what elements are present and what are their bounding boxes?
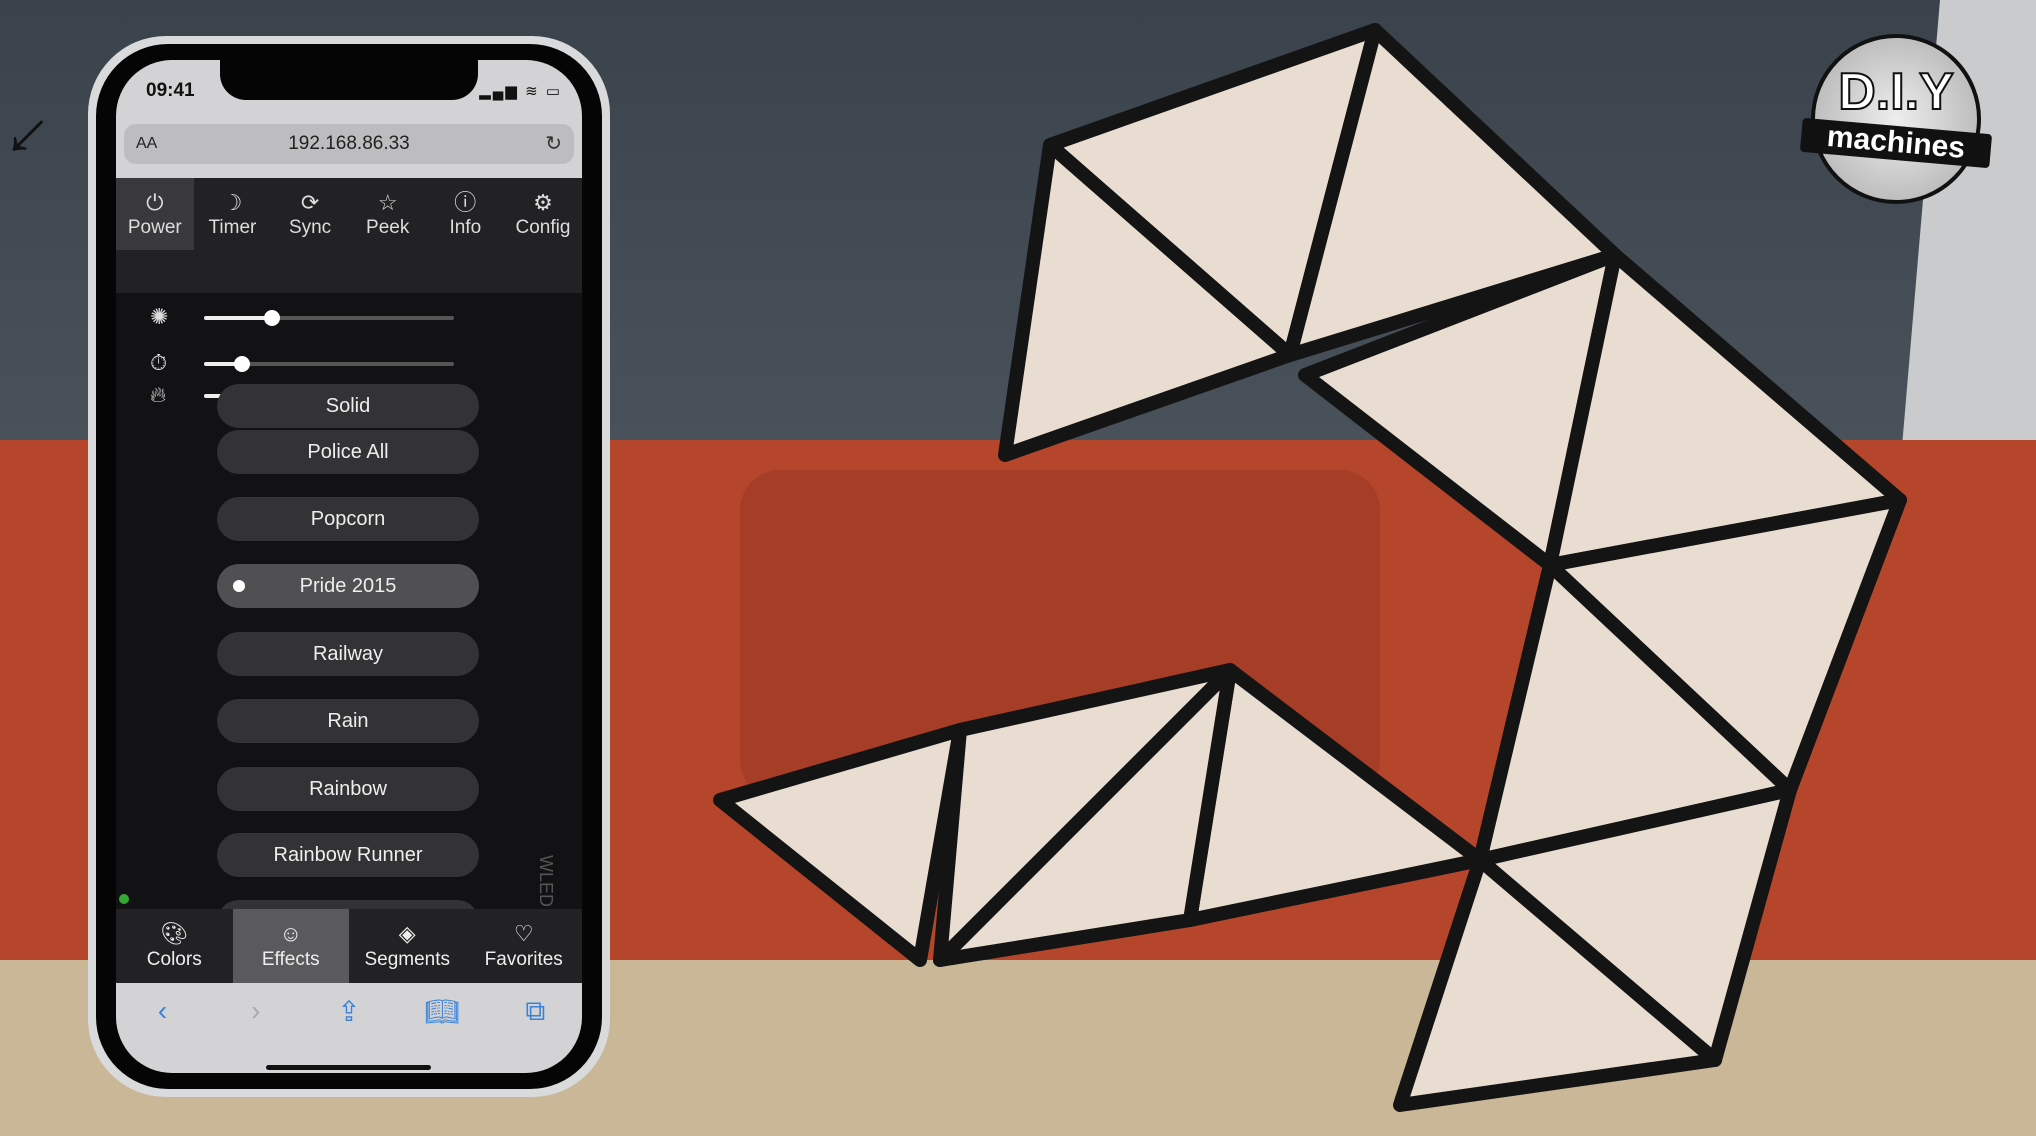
phone-mockup: 09:41 ▂▄▆ ≋ ▭ AA 192.168.86.33 ↻ ⏻ Power ☽… [88, 36, 610, 1097]
reload-icon[interactable]: ↻ [545, 131, 562, 156]
notch [220, 60, 478, 100]
home-indicator[interactable] [266, 1065, 431, 1070]
nav-peek-button[interactable]: ☆ Peek [349, 178, 427, 250]
tab-segments[interactable]: ◈ Segments [349, 909, 466, 983]
back-icon[interactable]: ‹ [143, 995, 183, 1073]
address-bar[interactable]: AA 192.168.86.33 ↻ [124, 124, 574, 164]
effect-button[interactable]: Popcorn [217, 497, 479, 541]
nav-power-button[interactable]: ⏻ Power [116, 178, 194, 250]
sync-icon: ⟳ [300, 190, 320, 215]
nav-label: Info [449, 217, 482, 238]
url-text[interactable]: 192.168.86.33 [124, 133, 574, 155]
tab-label: Effects [261, 949, 320, 970]
effect-label: Police All [307, 441, 389, 463]
info-icon: ⓘ [454, 190, 477, 215]
tab-colors[interactable]: 🎨︎ Colors [116, 909, 233, 983]
nav-sync-button[interactable]: ⟳ Sync [271, 178, 349, 250]
forward-icon[interactable]: › [236, 995, 276, 1073]
smile-icon: ☺ [279, 921, 302, 946]
nav-label: Sync [288, 217, 332, 238]
connection-indicator [119, 894, 129, 904]
bottom-nav: 🎨︎ Colors ☺ Effects ◈ Segments ♡ Favorites [116, 909, 582, 983]
heart-icon: ♡ [513, 921, 534, 946]
stopwatch-icon: ⏱ [150, 350, 168, 375]
flame-icon: 🔥︎ [150, 382, 167, 407]
effect-label: Railway [312, 643, 384, 665]
effect-label: Rain [327, 710, 369, 732]
phone-screen: 09:41 ▂▄▆ ≋ ▭ AA 192.168.86.33 ↻ ⏻ Power ☽… [116, 60, 582, 1073]
diy-machines-logo: D.I.Y machines [1799, 34, 1993, 204]
top-nav: ⏻ Power ☽ Timer ⟳ Sync ☆ Peek ⓘ Info ⚙ Config [116, 178, 582, 293]
moon-icon: ☽ [222, 190, 243, 215]
status-bar: 09:41 ▂▄▆ ≋ ▭ [116, 60, 582, 122]
nav-info-button[interactable]: ⓘ Info [427, 178, 505, 250]
effect-button[interactable]: Solid [217, 384, 479, 428]
star-icon: ☆ [377, 190, 398, 215]
effect-button[interactable]: Rainbow [217, 767, 479, 811]
tab-effects[interactable]: ☺ Effects [232, 909, 349, 983]
nav-config-button[interactable]: ⚙ Config [504, 178, 582, 250]
gear-icon: ⚙ [533, 190, 553, 215]
tabs-icon[interactable]: ⧉ [515, 995, 555, 1073]
share-icon[interactable]: ⇪ [329, 995, 369, 1073]
signal-wifi-battery-icon: ▂▄▆ ≋ ▭ [479, 83, 562, 100]
layers-icon: ◈ [398, 921, 416, 946]
tab-favorites[interactable]: ♡ Favorites [466, 909, 583, 983]
tab-label: Segments [364, 949, 451, 970]
effect-label: Solid [325, 395, 371, 417]
nav-timer-button[interactable]: ☽ Timer [194, 178, 272, 250]
nav-label: Config [515, 217, 571, 238]
logo-banner: machines [1799, 117, 1993, 169]
slider-handle[interactable] [233, 356, 250, 372]
selected-indicator [233, 580, 245, 592]
tab-label: Favorites [484, 949, 563, 970]
effect-button[interactable]: Police All [217, 430, 479, 474]
speed-slider[interactable]: ⏱ [150, 350, 486, 375]
brightness-slider[interactable]: ✺ [150, 304, 486, 329]
effect-button[interactable]: Pride 2015 [217, 564, 479, 608]
nav-label: Peek [366, 217, 410, 238]
clock: 09:41 [146, 80, 195, 101]
logo-text: D.I.Y [1837, 62, 1955, 122]
effect-button[interactable]: Rain [217, 699, 479, 743]
wled-brand: WLED [536, 855, 556, 908]
brightness-icon: ✺ [150, 304, 169, 329]
effect-label: Rainbow [309, 778, 387, 800]
effect-button[interactable]: Railway [217, 632, 479, 676]
nav-label: Timer [208, 217, 257, 238]
nav-label: Power [127, 217, 182, 238]
effect-label: Rainbow Runner [273, 844, 423, 866]
effect-label: Popcorn [310, 508, 386, 530]
safari-toolbar: ‹ › ⇪ 📖︎ ⧉ [116, 983, 582, 1073]
palette-icon: 🎨︎ [160, 921, 189, 946]
power-icon: ⏻ [146, 190, 164, 215]
tab-label: Colors [146, 949, 202, 970]
effect-button[interactable]: Rainbow Runner [217, 833, 479, 877]
slider-handle[interactable] [263, 310, 280, 326]
effect-label: Pride 2015 [299, 575, 397, 597]
bookmarks-icon[interactable]: 📖︎ [422, 995, 462, 1073]
